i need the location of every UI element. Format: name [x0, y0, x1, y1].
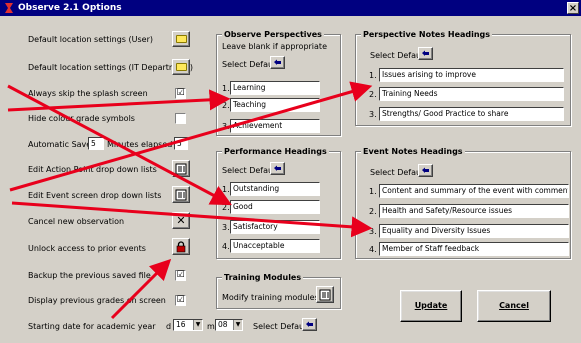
display-previous-grades-checkbox[interactable]: ☑ — [175, 295, 186, 306]
performance-num: 2. — [222, 203, 230, 212]
perspective-num: 2. — [222, 101, 230, 110]
select-default-date-button[interactable] — [302, 318, 317, 331]
performance-field-3[interactable]: Satisfactory — [230, 220, 320, 234]
perspective-notes-title: Perspective Notes Headings — [361, 30, 493, 39]
undo-arrow-icon — [306, 321, 313, 327]
window-title: Observe 2.1 Options — [18, 3, 122, 13]
performance-field-4[interactable]: Unacceptable — [230, 239, 320, 253]
unlock-access-button[interactable] — [172, 238, 190, 255]
cancel-observation-button[interactable]: ✕ — [172, 212, 190, 229]
edit-action-point-button[interactable] — [172, 160, 190, 177]
perspective-note-field-2[interactable]: Training Needs — [379, 87, 564, 101]
event-notes-title: Event Notes Headings — [361, 147, 465, 156]
perspective-note-num: 2. — [369, 90, 377, 99]
perspective-note-field-1[interactable]: Issues arising to improve — [379, 68, 564, 82]
modify-training-modules-button[interactable] — [316, 286, 334, 303]
day-value: 16 — [176, 320, 186, 329]
list-edit-icon — [175, 189, 187, 200]
x-icon: ✕ — [176, 214, 186, 227]
event-note-num: 1. — [369, 187, 377, 196]
close-icon[interactable]: × — [567, 2, 579, 14]
performance-field-2[interactable]: Good — [230, 200, 320, 214]
performance-num: 4. — [222, 242, 230, 251]
cancel-button-label: Cancel — [499, 301, 529, 310]
edit-action-point-label: Edit Action Point drop down lists — [28, 165, 157, 174]
event-note-field-1[interactable]: Content and summary of the event with co… — [379, 184, 569, 198]
app-icon — [5, 3, 13, 13]
edit-event-screen-button[interactable] — [172, 186, 190, 203]
event-note-field-2[interactable]: Health and Safety/Resource issues — [379, 204, 569, 218]
performance-headings-title: Performance Headings — [222, 147, 329, 156]
undo-arrow-icon — [422, 167, 429, 173]
month-label: m — [207, 322, 215, 331]
backup-previous-checkbox[interactable]: ☑ — [175, 270, 186, 281]
folder-icon — [175, 35, 187, 43]
perspective-field-2[interactable]: Teaching — [230, 98, 320, 112]
performance-num: 3. — [222, 223, 230, 232]
default-location-it-button[interactable] — [172, 59, 190, 75]
always-skip-splash-label: Always skip the splash screen — [28, 89, 148, 98]
observe-perspectives-title: Observe Perspectives — [222, 30, 324, 39]
event-note-field-4[interactable]: Member of Staff feedback — [379, 242, 569, 256]
automatic-save-spinner[interactable]: 5 — [174, 137, 188, 150]
month-select[interactable]: 08 ▼ — [215, 319, 243, 331]
minutes-elapsed-label: Minutes elapsed — [107, 140, 173, 149]
perspective-notes-default-button[interactable] — [418, 47, 433, 60]
list-edit-icon — [175, 163, 187, 174]
event-note-num: 4. — [369, 245, 377, 254]
starting-date-label: Starting date for academic year — [28, 322, 156, 331]
performance-num: 1. — [222, 185, 230, 194]
lock-icon — [176, 240, 186, 252]
cancel-button[interactable]: Cancel — [477, 290, 551, 322]
unlock-access-label: Unlock access to prior events — [28, 244, 146, 253]
undo-arrow-icon — [422, 50, 429, 56]
display-previous-grades-label: Display previous grades on screen — [28, 296, 166, 305]
backup-previous-label: Backup the previous saved file — [28, 271, 151, 280]
perspective-num: 3. — [222, 122, 230, 131]
observe-perspectives-hint: Leave blank if appropriate — [222, 42, 327, 51]
perspective-field-3[interactable]: Achievement — [230, 119, 320, 133]
title-bar: Observe 2.1 Options × — [0, 0, 581, 16]
performance-field-1[interactable]: Outstanding — [230, 182, 320, 196]
hide-colour-grade-checkbox[interactable] — [175, 113, 186, 124]
event-note-num: 3. — [369, 227, 377, 236]
event-notes-default-button[interactable] — [418, 164, 433, 177]
automatic-save-label: Automatic Save — [28, 140, 92, 149]
default-location-it-label: Default location settings (IT Department… — [28, 63, 193, 72]
default-location-user-label: Default location settings (User) — [28, 35, 153, 44]
undo-arrow-icon — [274, 59, 281, 65]
day-select[interactable]: 16 ▼ — [173, 319, 203, 331]
training-modules-title: Training Modules — [222, 273, 304, 282]
perspective-note-num: 3. — [369, 110, 377, 119]
event-note-field-3[interactable]: Equality and Diversity Issues — [379, 224, 569, 238]
observe-perspectives-default-button[interactable] — [270, 56, 285, 69]
hide-colour-grade-label: Hide colour grade symbols — [28, 114, 135, 123]
perspective-field-1[interactable]: Learning — [230, 81, 320, 95]
cancel-new-observation-label: Cancel new observation — [28, 217, 125, 226]
select-default-date-label: Select Default — [253, 322, 310, 331]
perspective-note-field-3[interactable]: Strengths/ Good Practice to share — [379, 107, 564, 121]
chevron-down-icon: ▼ — [193, 320, 202, 330]
month-value: 08 — [218, 320, 228, 329]
annotation-arrow — [7, 89, 231, 112]
always-skip-splash-checkbox[interactable]: ☑ — [175, 88, 186, 99]
update-button[interactable]: Update — [400, 290, 462, 322]
update-button-label: Update — [414, 301, 448, 310]
options-window: Observe 2.1 Options × Default location s… — [0, 0, 581, 343]
modify-training-modules-label: Modify training modules — [222, 293, 319, 302]
undo-arrow-icon — [274, 165, 281, 171]
default-location-user-button[interactable] — [172, 31, 190, 47]
perspective-note-num: 1. — [369, 71, 377, 80]
chevron-down-icon: ▼ — [233, 320, 242, 330]
event-note-num: 2. — [369, 207, 377, 216]
folder-icon — [175, 63, 187, 71]
edit-event-screen-label: Edit Event screen drop down lists — [28, 191, 162, 200]
performance-default-button[interactable] — [270, 162, 285, 175]
list-edit-icon — [319, 289, 331, 300]
automatic-save-minutes-input[interactable]: 5 — [88, 137, 104, 150]
day-label: d — [166, 322, 172, 331]
perspective-num: 1. — [222, 84, 230, 93]
